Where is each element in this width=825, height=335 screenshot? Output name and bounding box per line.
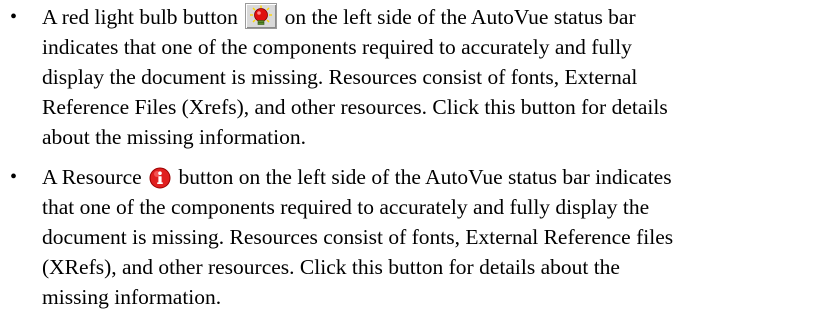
red-light-bulb-icon [245, 3, 278, 29]
bullet-marker: • [10, 166, 18, 188]
bullet-line: (XRefs), and other resources. Click this… [42, 255, 620, 279]
bullet-line: document is missing. Resources consist o… [42, 225, 674, 249]
bullet-line: Reference Files (Xrefs), and other resou… [42, 95, 668, 119]
bullet-line: button on the left side of the AutoVue s… [178, 165, 672, 189]
bullet-list: • A red light bulb button on the left si… [0, 0, 825, 312]
bullet-line: display the document is missing. Resourc… [42, 65, 638, 89]
bullet-lead-text: A Resource [42, 165, 142, 189]
resource-icon [149, 167, 171, 189]
document-page: • A red light bulb button on the left si… [0, 0, 825, 335]
bullet-line: about the missing information. [42, 125, 306, 149]
bullet-line: that one of the components required to a… [42, 195, 650, 219]
list-item-resource: • A Resource button on the left side of … [0, 162, 825, 312]
bullet-line: missing information. [42, 285, 222, 309]
bullet-marker: • [10, 6, 18, 28]
list-item-red-light-bulb: • A red light bulb button on the left si… [0, 0, 825, 152]
bullet-line: indicates that one of the components req… [42, 35, 632, 59]
bullet-line: on the left side of the AutoVue status b… [284, 5, 636, 29]
bullet-lead-text: A red light bulb button [42, 5, 238, 29]
